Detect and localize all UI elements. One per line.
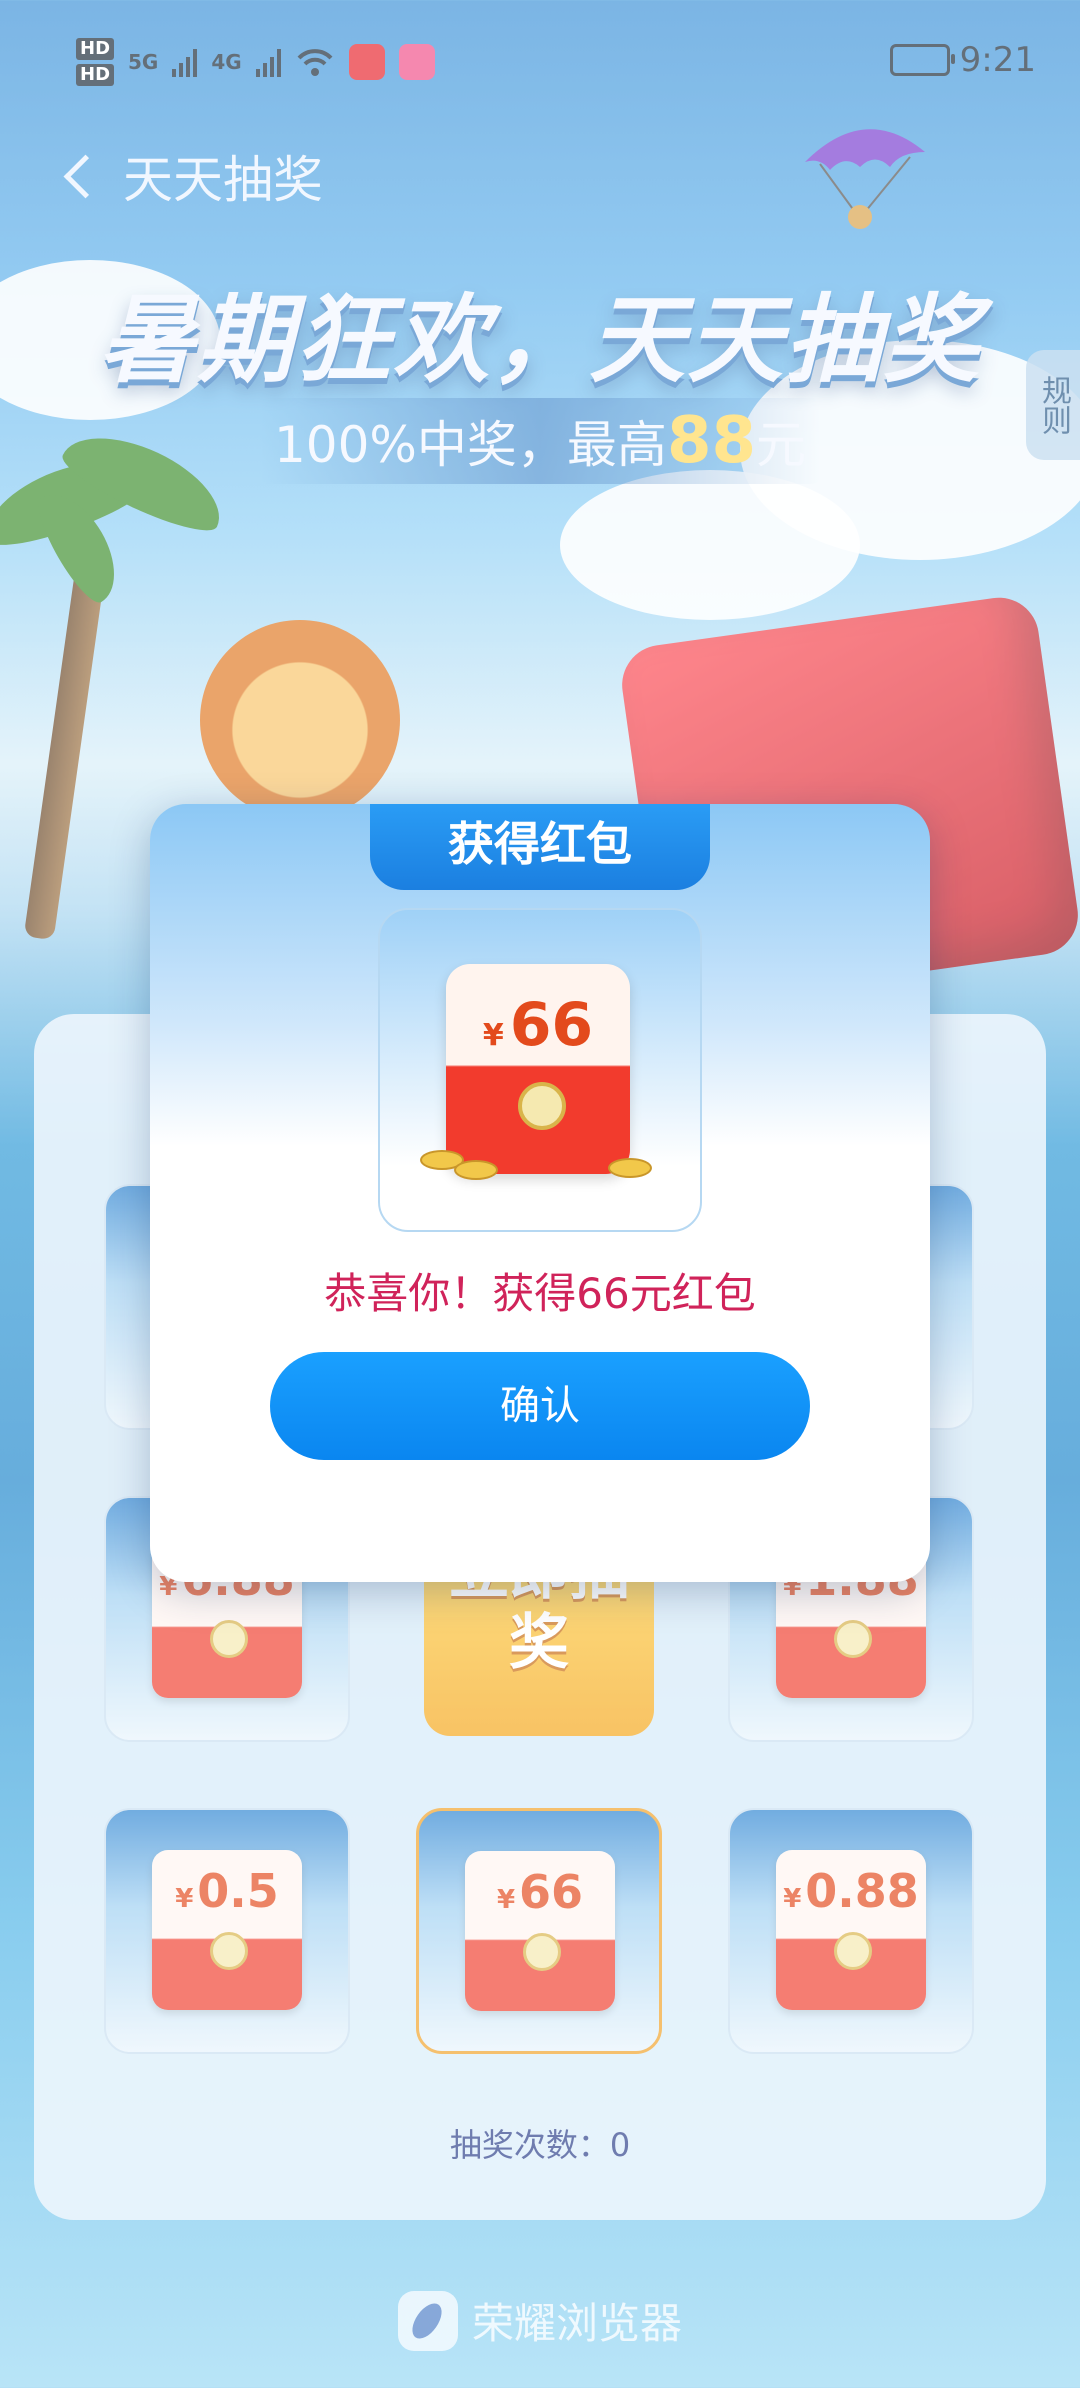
- prize-message: 恭喜你！获得66元红包: [324, 1269, 756, 1318]
- confirm-button[interactable]: 确认: [270, 1352, 810, 1460]
- red-envelope-icon: ¥66: [446, 964, 630, 1174]
- modal-prize-amount: ¥66: [482, 990, 594, 1060]
- prize-image-box: ¥66: [378, 908, 702, 1232]
- modal-title: 获得红包: [370, 804, 710, 890]
- prize-modal: 获得红包 ¥66 恭喜你！获得66元红包 确认: [150, 804, 930, 1582]
- coin-icon: [454, 1160, 498, 1180]
- coin-icon: [608, 1158, 652, 1178]
